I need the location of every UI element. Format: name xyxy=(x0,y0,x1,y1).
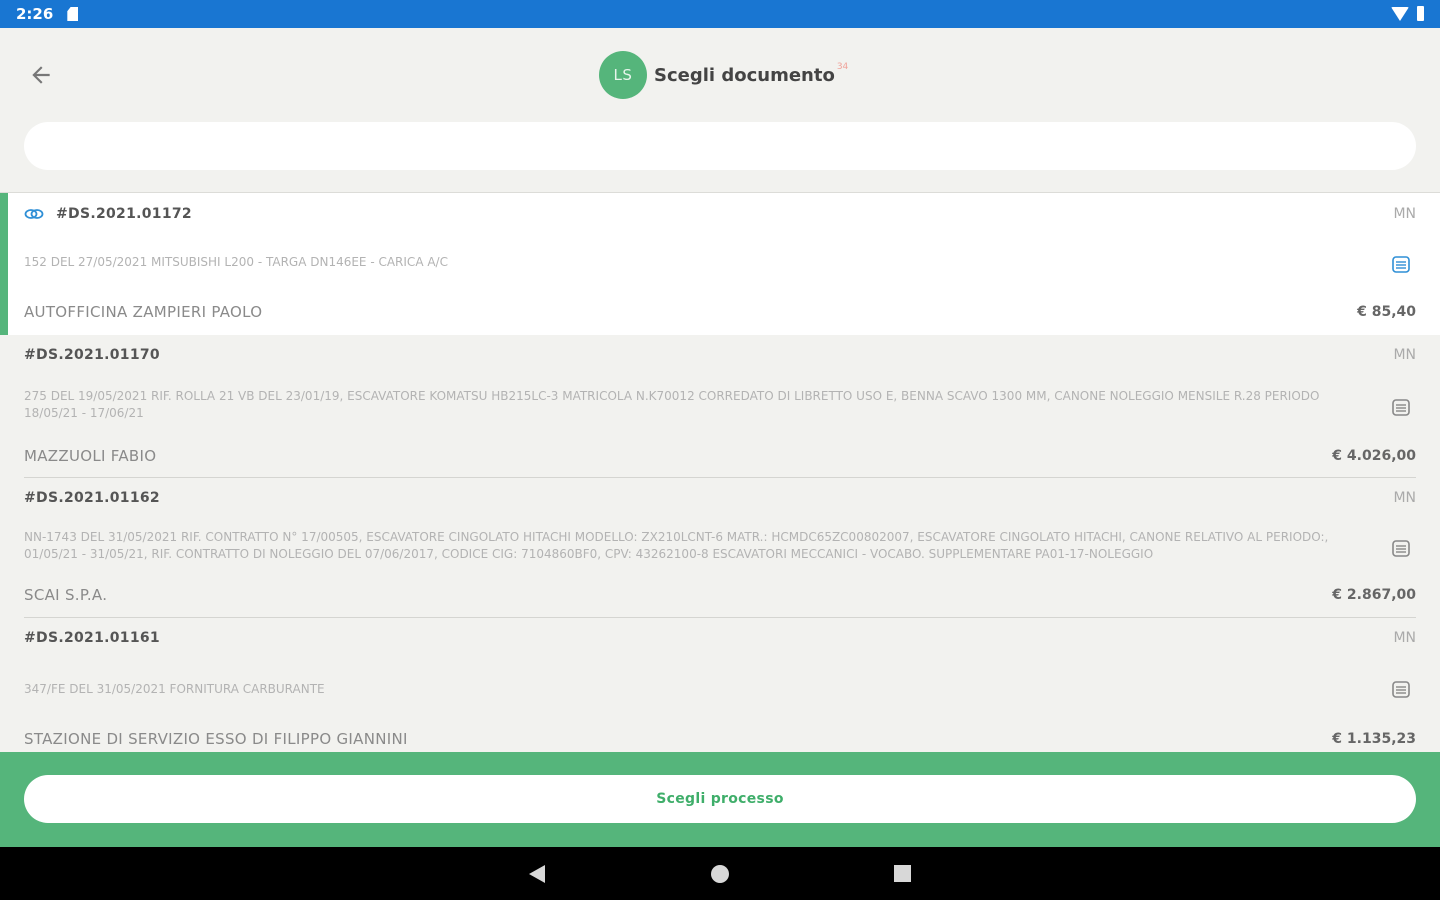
document-item[interactable]: #DS.2021.01161 MN 347/FE del 31/05/2021 … xyxy=(0,618,1440,751)
document-description: NN-1743 del 31/05/2021 Rif. CONTRATTO N°… xyxy=(24,530,1329,561)
sd-card-icon xyxy=(67,7,79,21)
back-arrow-icon[interactable] xyxy=(28,62,54,88)
document-item[interactable]: #DS.2021.01170 MN 275 del 19/05/2021 RIF… xyxy=(0,335,1440,478)
document-description: 275 del 19/05/2021 RIF. ROLLA 21 VB DEL … xyxy=(24,389,1320,420)
document-code: MN xyxy=(1393,347,1416,363)
search-input[interactable] xyxy=(24,122,1416,170)
document-preview-icon[interactable] xyxy=(1392,681,1410,698)
link-icon xyxy=(24,209,44,219)
status-icons xyxy=(1391,6,1424,21)
supplier-name: AUTOFFICINA ZAMPIERI PAOLO xyxy=(24,303,263,321)
document-number: #DS.2021.01172 xyxy=(56,206,192,222)
avatar[interactable]: LS xyxy=(599,51,647,99)
document-item-selected[interactable]: #DS.2021.01172 MN 152 del 27/05/2021 MIT… xyxy=(0,193,1440,335)
document-code: MN xyxy=(1393,206,1416,222)
document-number: #DS.2021.01161 xyxy=(24,630,160,646)
supplier-name: STAZIONE DI SERVIZIO ESSO DI FILIPPO GIA… xyxy=(24,730,408,748)
document-preview-icon[interactable] xyxy=(1392,540,1410,557)
document-amount: € 2.867,00 xyxy=(1332,587,1416,603)
supplier-name: SCAI S.P.A. xyxy=(24,586,108,604)
document-preview-icon[interactable] xyxy=(1392,256,1410,273)
supplier-name: MAZZUOLI FABIO xyxy=(24,447,157,465)
document-list: #DS.2021.01172 MN 152 del 27/05/2021 MIT… xyxy=(0,193,1440,751)
title-group: LS Scegli documento 34 xyxy=(599,51,848,99)
wifi-icon xyxy=(1391,6,1409,21)
navigation-bar xyxy=(0,847,1440,900)
document-code: MN xyxy=(1393,490,1416,506)
document-count-badge: 34 xyxy=(836,62,849,72)
document-description: 152 del 27/05/2021 MITSUBISHI L200 - TAR… xyxy=(24,254,448,269)
status-bar: 2:26 xyxy=(0,0,1440,28)
document-number: #DS.2021.01162 xyxy=(24,490,160,506)
battery-icon xyxy=(1417,6,1424,21)
document-code: MN xyxy=(1393,630,1416,646)
document-description: 347/FE del 31/05/2021 FORNITURA CARBURAN… xyxy=(24,681,325,696)
document-amount: € 1.135,23 xyxy=(1332,731,1416,747)
status-time: 2:26 xyxy=(16,5,54,23)
document-amount: € 4.026,00 xyxy=(1332,448,1416,464)
nav-home-icon[interactable] xyxy=(711,865,729,883)
choose-process-button[interactable]: Scegli processo xyxy=(24,775,1416,823)
document-item[interactable]: #DS.2021.01162 MN NN-1743 del 31/05/2021… xyxy=(0,478,1440,618)
nav-back-icon[interactable] xyxy=(529,865,545,883)
nav-recents-icon[interactable] xyxy=(894,865,911,882)
action-bar: Scegli processo xyxy=(0,752,1440,847)
app-header: LS Scegli documento 34 xyxy=(0,28,1440,120)
page-title: Scegli documento xyxy=(654,64,835,86)
document-amount: € 85,40 xyxy=(1357,304,1416,320)
document-preview-icon[interactable] xyxy=(1392,399,1410,416)
document-number: #DS.2021.01170 xyxy=(24,347,160,363)
